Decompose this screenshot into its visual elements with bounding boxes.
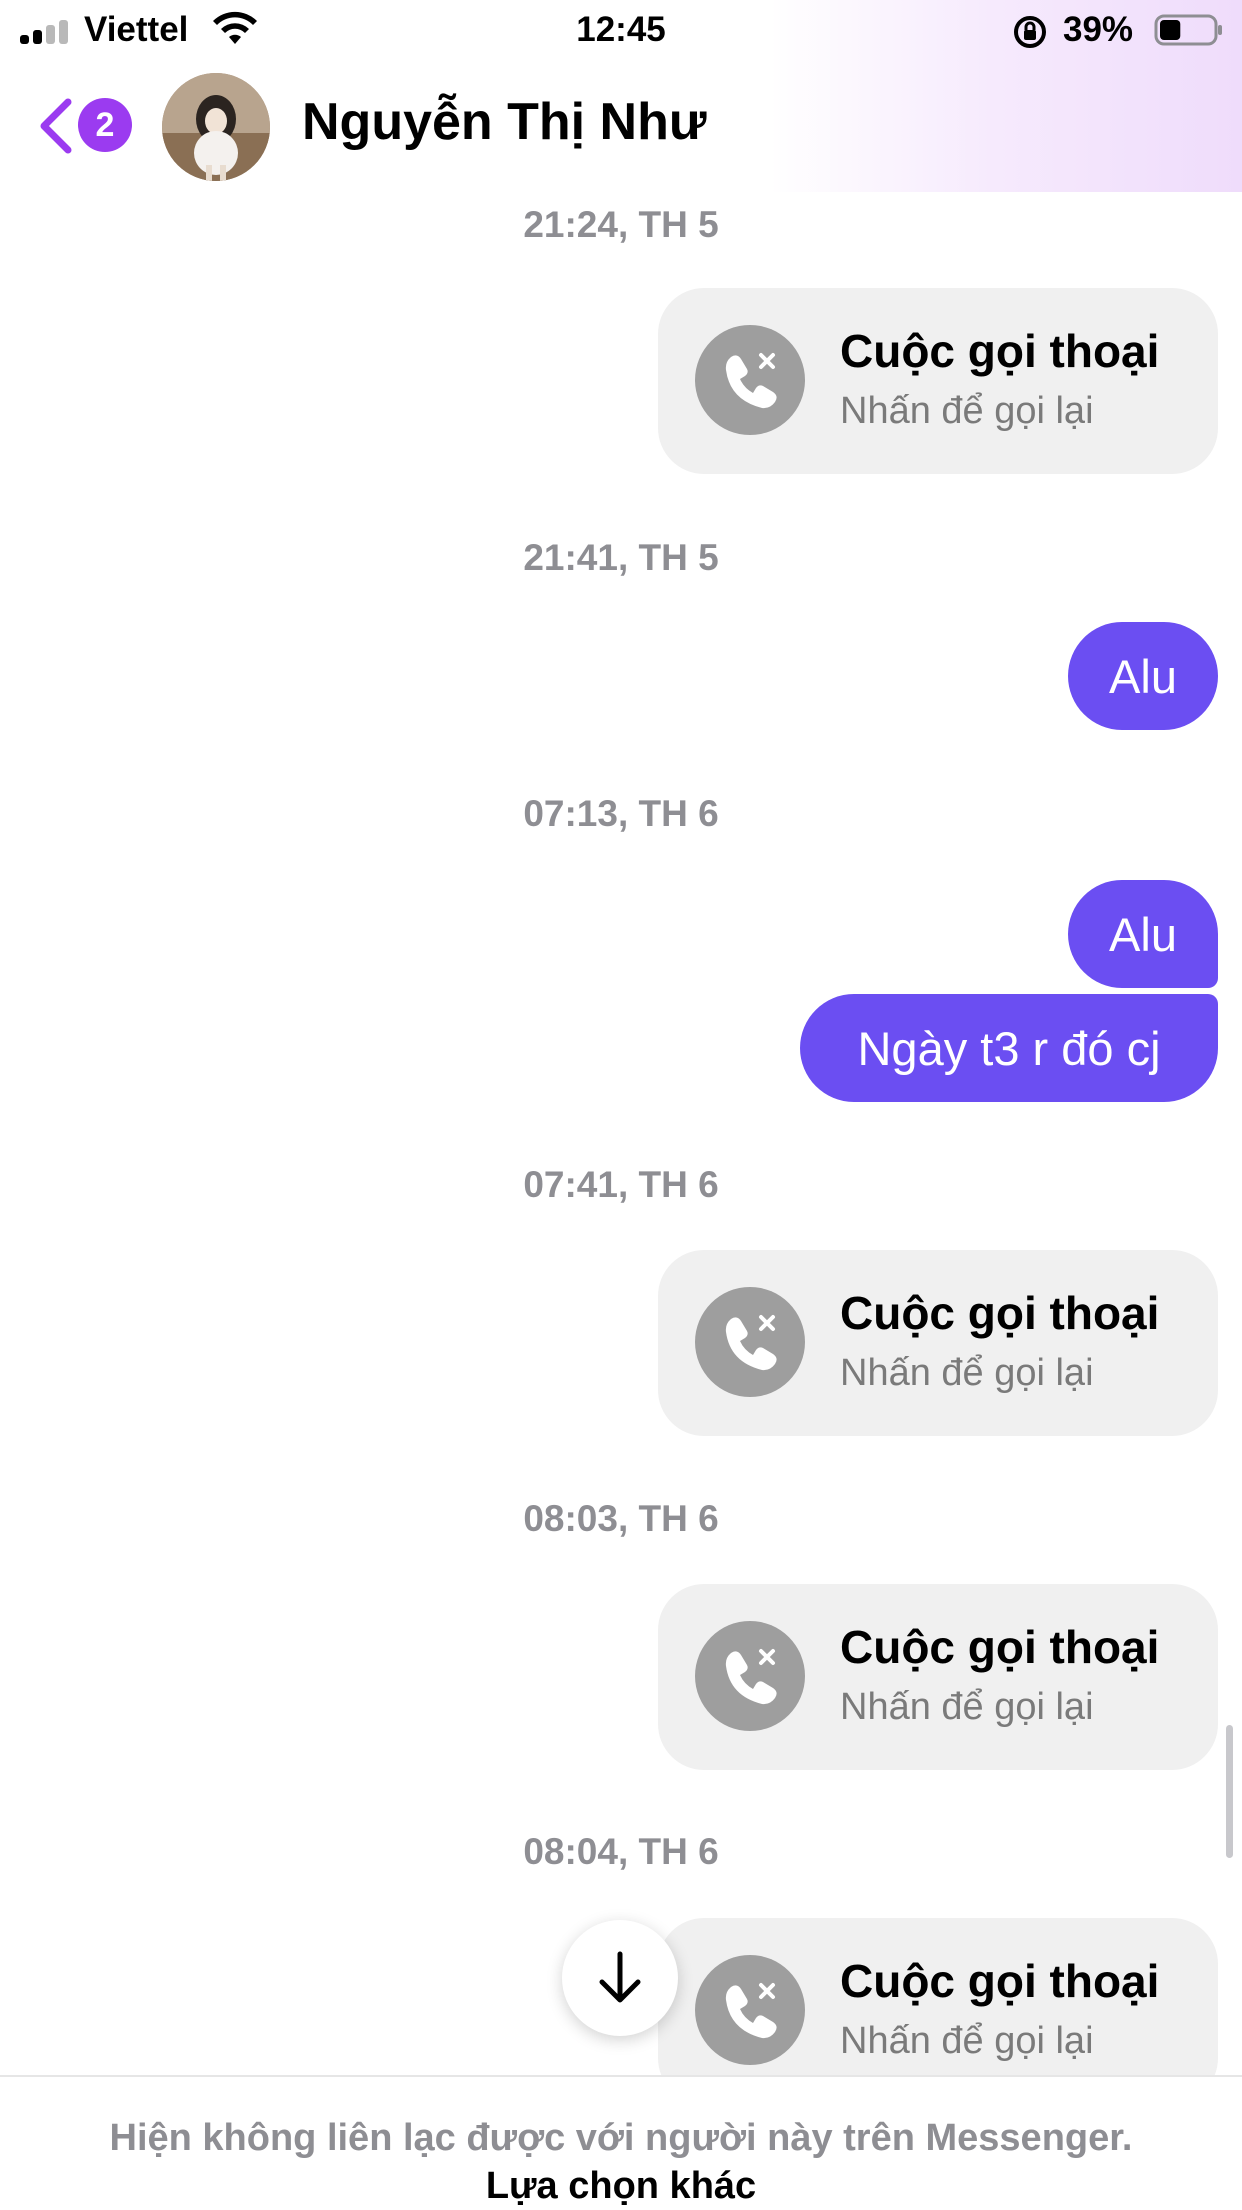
call-subtitle: Nhấn để gọi lại bbox=[840, 1352, 1094, 1394]
avatar[interactable] bbox=[162, 73, 270, 181]
timestamp: 21:24, TH 5 bbox=[523, 204, 719, 245]
footer: Hiện không liên lạc được với người này t… bbox=[0, 2075, 1242, 2210]
message-bubble[interactable]: Alu bbox=[1068, 622, 1218, 730]
missed-call-icon bbox=[695, 325, 805, 435]
scrollbar[interactable] bbox=[1226, 1725, 1233, 1858]
timestamp: 08:04, TH 6 bbox=[523, 1831, 719, 1872]
battery-icon bbox=[1154, 14, 1222, 46]
unread-badge[interactable]: 2 bbox=[78, 98, 132, 152]
missed-call-card[interactable]: Cuộc gọi thoại Nhấn để gọi lại bbox=[658, 288, 1218, 474]
missed-call-icon bbox=[695, 1621, 805, 1731]
arrow-down-icon bbox=[599, 1951, 641, 2003]
call-title: Cuộc gọi thoại bbox=[840, 325, 1160, 377]
missed-call-icon bbox=[695, 1955, 805, 2065]
call-title: Cuộc gọi thoại bbox=[840, 1287, 1160, 1339]
call-subtitle: Nhấn để gọi lại bbox=[840, 1686, 1094, 1728]
timestamp: 08:03, TH 6 bbox=[523, 1498, 719, 1539]
call-title: Cuộc gọi thoại bbox=[840, 1955, 1160, 2007]
unavailable-notice: Hiện không liên lạc được với người này t… bbox=[109, 2117, 1133, 2159]
missed-call-card[interactable]: Cuộc gọi thoại Nhấn để gọi lại bbox=[658, 1250, 1218, 1436]
timestamp: 21:41, TH 5 bbox=[523, 537, 719, 578]
missed-call-icon bbox=[695, 1287, 805, 1397]
timestamp: 07:13, TH 6 bbox=[523, 793, 719, 834]
missed-call-card[interactable]: Cuộc gọi thoại Nhấn để gọi lại bbox=[658, 1584, 1218, 1770]
message-bubble[interactable]: Alu bbox=[1068, 880, 1218, 988]
message-bubble[interactable]: Ngày t3 r đó cj bbox=[800, 994, 1218, 1102]
timestamp: 07:41, TH 6 bbox=[523, 1164, 719, 1205]
other-options-link[interactable]: Lựa chọn khác bbox=[0, 2165, 1242, 2208]
contact-name[interactable]: Nguyễn Thị Như bbox=[302, 92, 707, 152]
call-subtitle: Nhấn để gọi lại bbox=[840, 390, 1094, 432]
top-bar: Viettel 12:45 39% 2 Nguyễn Thị Như bbox=[0, 0, 1242, 192]
rotation-lock-icon bbox=[1014, 16, 1046, 48]
back-chevron-icon[interactable] bbox=[36, 96, 76, 156]
clock: 12:45 bbox=[576, 10, 666, 49]
call-title: Cuộc gọi thoại bbox=[840, 1621, 1160, 1673]
battery-percent: 39% bbox=[1063, 10, 1134, 49]
scroll-to-bottom-button[interactable] bbox=[562, 1920, 678, 2036]
call-subtitle: Nhấn để gọi lại bbox=[840, 2020, 1094, 2062]
